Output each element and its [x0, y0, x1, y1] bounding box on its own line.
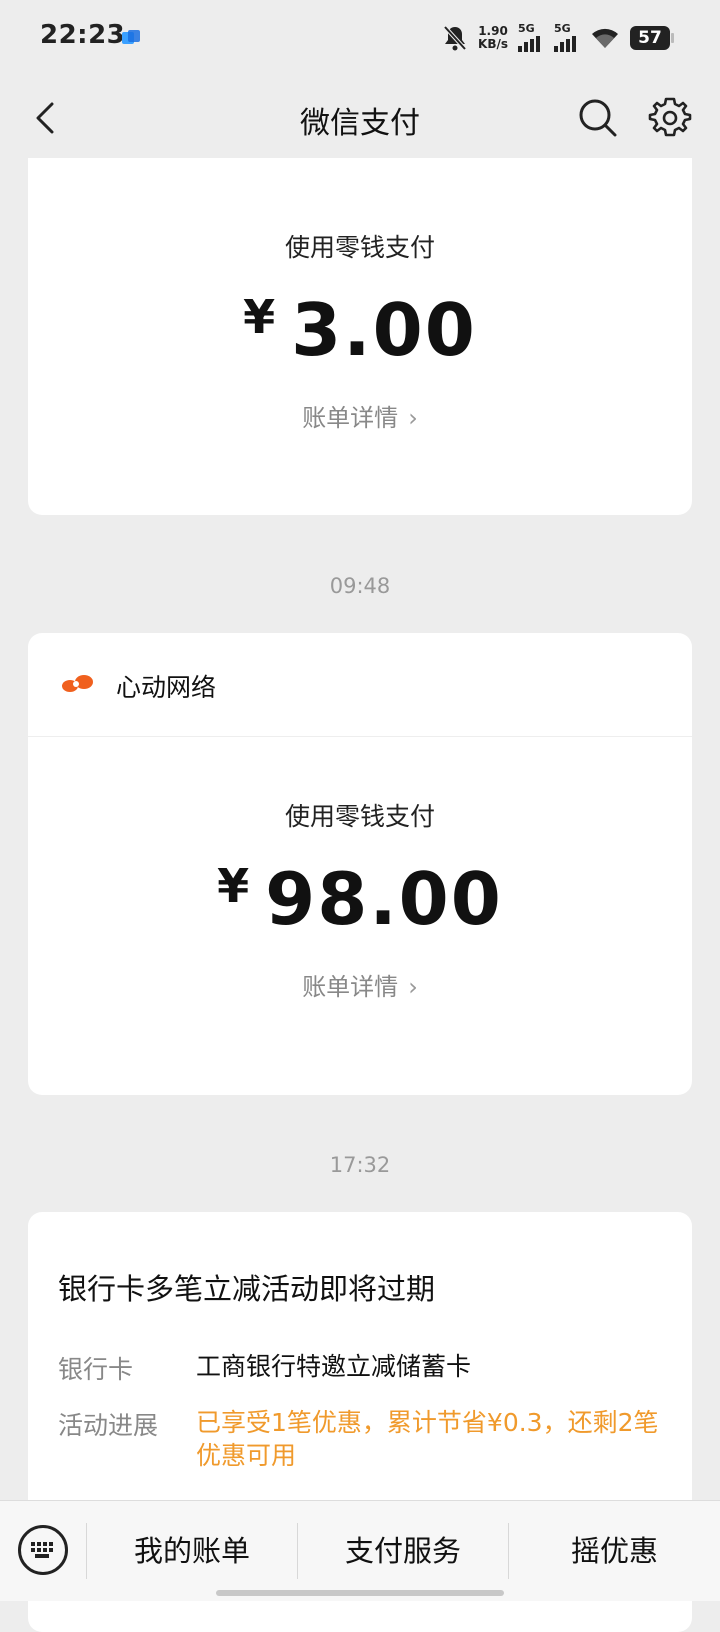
bill-detail-link[interactable]: 账单详情 ›: [28, 967, 692, 1002]
settings-icon[interactable]: [646, 94, 694, 142]
amount-value: 98.00: [265, 857, 503, 941]
row-key: 银行卡: [58, 1355, 134, 1384]
payment-method: 使用零钱支付: [284, 802, 435, 831]
payment-card-1[interactable]: 使用零钱支付 ¥3.00 账单详情 ›: [28, 158, 692, 515]
merchant-name: 心动网络: [116, 673, 217, 702]
tab-my-bills[interactable]: 我的账单: [87, 1501, 297, 1601]
promo-row-progress: 活动进展 已享受1笔优惠，累计节省¥0.3，还剩2笔优惠可用: [58, 1406, 662, 1472]
signal-icon: 5G: [518, 22, 544, 52]
currency-symbol: ¥: [217, 859, 252, 913]
signal-icon-2: 5G: [554, 22, 580, 52]
payment-card-2[interactable]: 心动网络 使用零钱支付 ¥98.00 账单详情 ›: [28, 633, 692, 1095]
battery-icon: 57: [630, 26, 674, 50]
status-icons: 1.90 KB/s 5G 5G 57: [442, 22, 674, 54]
message-time: 17:32: [329, 1153, 391, 1177]
merchant-logo-icon: [62, 675, 93, 692]
merchant-header[interactable]: 心动网络: [28, 633, 692, 737]
payment-amount: ¥3.00: [28, 288, 692, 372]
app-notification-icon: [122, 30, 140, 44]
tab-shake-offers[interactable]: 摇优惠: [509, 1501, 720, 1601]
keyboard-icon[interactable]: [18, 1525, 68, 1575]
payment-amount: ¥98.00: [28, 857, 692, 941]
net-speed-unit: KB/s: [478, 37, 508, 51]
signal-2-label: 5G: [554, 22, 571, 35]
bill-detail-label: 账单详情: [302, 973, 399, 1001]
search-icon[interactable]: [574, 94, 622, 142]
message-time: 09:48: [329, 574, 391, 598]
signal-1-label: 5G: [518, 22, 535, 35]
tab-payment-services[interactable]: 支付服务: [298, 1501, 508, 1601]
nav-bar: 微信支付: [0, 76, 720, 160]
home-indicator[interactable]: [216, 1590, 504, 1596]
amount-value: 3.00: [291, 288, 477, 372]
promo-title: 银行卡多笔立减活动即将过期: [58, 1272, 436, 1306]
row-value: 工商银行特邀立减储蓄卡: [196, 1352, 472, 1381]
bottom-menu-bar: 我的账单 支付服务 摇优惠: [0, 1500, 720, 1601]
bell-muted-icon: [443, 25, 467, 51]
chevron-right-icon: ›: [408, 404, 418, 432]
status-bar: 22:23 1.90 KB/s 5G 5G 57: [0, 0, 720, 76]
net-speed: 1.90 KB/s: [478, 25, 508, 51]
promo-row-bank-card: 银行卡 工商银行特邀立减储蓄卡: [58, 1350, 662, 1386]
wifi-icon: [592, 28, 618, 48]
payment-method: 使用零钱支付: [284, 233, 435, 262]
chevron-right-icon: ›: [408, 973, 418, 1001]
row-key: 活动进展: [58, 1411, 159, 1440]
currency-symbol: ¥: [243, 290, 278, 344]
status-time: 22:23: [40, 20, 126, 50]
row-value: 已享受1笔优惠，累计节省¥0.3，还剩2笔优惠可用: [196, 1408, 659, 1470]
bill-detail-link[interactable]: 账单详情 ›: [28, 398, 692, 433]
keyboard-glyph: [31, 1542, 53, 1558]
bill-detail-label: 账单详情: [302, 404, 399, 432]
